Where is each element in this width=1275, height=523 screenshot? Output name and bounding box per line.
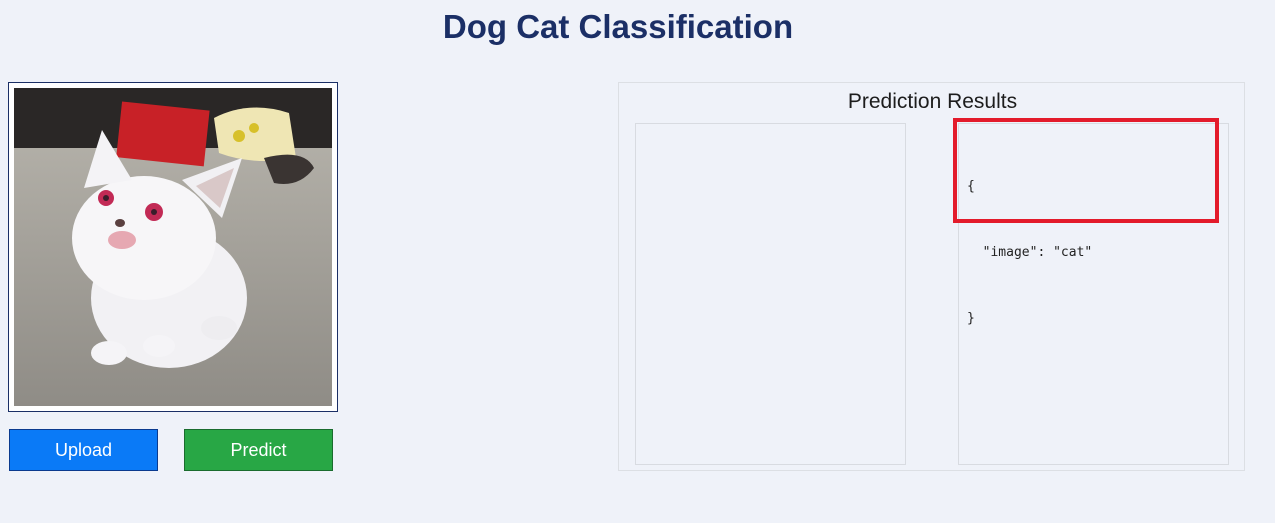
upload-button[interactable]: Upload [9, 429, 158, 471]
image-preview [8, 82, 338, 412]
predict-button[interactable]: Predict [184, 429, 333, 471]
json-line: } [967, 311, 975, 326]
results-image-box [635, 123, 906, 465]
page-title: Dog Cat Classification [442, 8, 794, 45]
app-page: Dog Cat Classification Upload Predict Pr… [0, 0, 1275, 523]
json-line: "image": "cat" [967, 245, 1093, 260]
kitten-photo [14, 88, 332, 406]
prediction-highlight-box [953, 118, 1219, 223]
results-title: Prediction Results [847, 90, 1018, 113]
